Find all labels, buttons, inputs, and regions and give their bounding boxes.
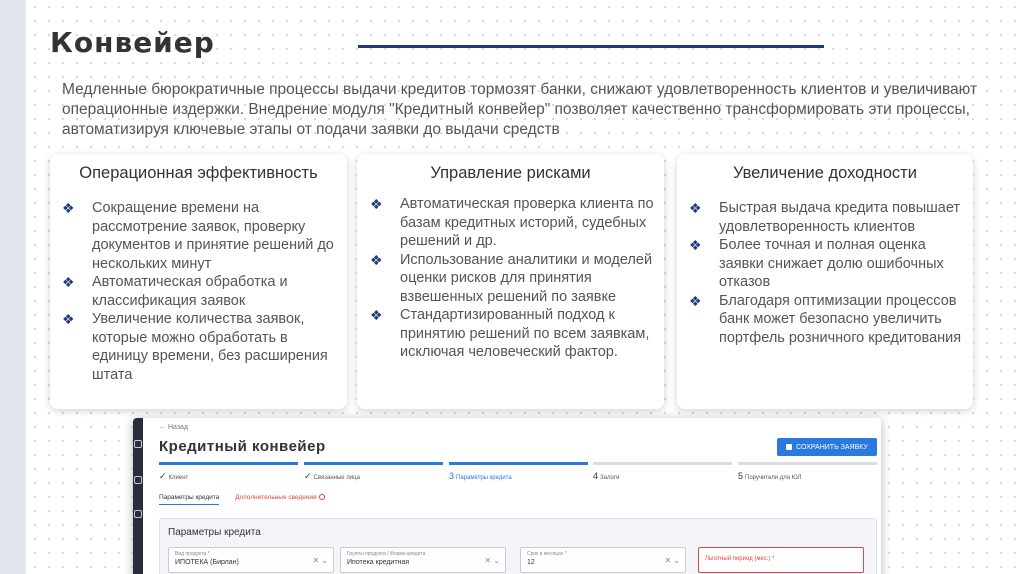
- card-list: ❖ Сокращение времени на рассмотрение заяв…: [62, 199, 339, 384]
- tab-credit-params[interactable]: Параметры кредита: [159, 494, 220, 505]
- diamond-bullet-icon: ❖: [370, 251, 383, 268]
- menu-icon[interactable]: [134, 440, 142, 448]
- list-item: ❖ Быстрая выдача кредита повышает удовлет…: [689, 200, 961, 235]
- step-client[interactable]: ✓ Клиент: [159, 462, 298, 482]
- credit-params-section: Параметры кредита Вид продукта * ИПОТЕКА…: [159, 518, 877, 574]
- grace-period-input[interactable]: Льготный период (мес.) *: [698, 547, 864, 573]
- step-guarantors[interactable]: 5 Поручители для ЮЛ: [738, 462, 877, 481]
- card-list: ❖ Автоматическая проверка клиента по база…: [370, 195, 654, 362]
- app-sidebar: [133, 418, 143, 574]
- list-item: ❖ Автоматическая проверка клиента по база…: [370, 196, 654, 249]
- warning-icon: [318, 494, 325, 501]
- clear-chevron-icon[interactable]: ✕ ⌄: [484, 556, 500, 565]
- list-item: ❖ Автоматическая обработка и классификаци…: [62, 274, 288, 309]
- diamond-bullet-icon: ❖: [62, 200, 75, 216]
- clear-chevron-icon[interactable]: ✕ ⌄: [664, 556, 680, 565]
- section-title: Параметры кредита: [168, 527, 261, 538]
- tabs: Параметры кредита Дополнительные сведени…: [159, 494, 339, 505]
- back-link[interactable]: ← Назад: [159, 424, 188, 431]
- check-icon: ✓: [159, 471, 167, 481]
- diamond-bullet-icon: ❖: [370, 307, 383, 323]
- clear-chevron-icon[interactable]: ✕ ⌄: [312, 556, 328, 565]
- card-operational-efficiency: Операционная эффективность ❖ Сокращение в…: [50, 154, 347, 409]
- stepper: ✓ Клиент ✓ Связанные лица 3 Параметры креди…: [159, 462, 877, 484]
- settings-icon[interactable]: [134, 510, 142, 518]
- step-related-persons[interactable]: ✓ Связанные лица: [304, 462, 443, 482]
- list-item: ❖ Благодаря оптимизации процессов банк мо…: [689, 292, 962, 346]
- term-months-select[interactable]: Срок в месяцах * 12 ✕ ⌄: [520, 547, 686, 573]
- check-icon: ✓: [304, 471, 312, 481]
- title-underline: [358, 45, 824, 48]
- diamond-bullet-icon: ❖: [689, 237, 702, 253]
- product-group-select[interactable]: Группы продукта / Форма кредита Ипотека …: [340, 547, 506, 573]
- diamond-bullet-icon: ❖: [62, 274, 75, 290]
- list-item: ❖ Использование аналитики и моделей оценк…: [370, 251, 653, 305]
- diamond-bullet-icon: ❖: [370, 196, 383, 212]
- list-item: ❖ Стандартизированный подход к принятию р…: [370, 307, 650, 360]
- list-item: ❖ Сокращение времени на рассмотрение заяв…: [62, 200, 334, 272]
- app-title: Кредитный конвейер: [159, 438, 326, 455]
- step-collateral[interactable]: 4 Залоги: [593, 462, 732, 481]
- app-screenshot: ← Назад Кредитный конвейер СОХРАНИТЬ ЗАЯ…: [133, 418, 881, 574]
- save-application-button[interactable]: СОХРАНИТЬ ЗАЯВКУ: [777, 438, 877, 456]
- list-item: ❖ Более точная и полная оценка заявки сни…: [689, 237, 944, 290]
- card-list: ❖ Быстрая выдача кредита повышает удовлет…: [689, 199, 965, 347]
- diamond-bullet-icon: ❖: [62, 311, 75, 327]
- card-profitability-growth: Увеличение доходности ❖ Быстрая выдача кр…: [677, 154, 973, 409]
- save-icon: [786, 444, 793, 450]
- intro-paragraph: Медленные бюрократичные процессы выдачи …: [62, 81, 978, 138]
- card-title: Управление рисками: [430, 164, 591, 182]
- left-stripe: [0, 0, 26, 574]
- product-type-select[interactable]: Вид продукта * ИПОТЕКА (Бирлан) ✕ ⌄: [168, 547, 334, 573]
- document-icon[interactable]: [134, 476, 142, 484]
- diamond-bullet-icon: ❖: [689, 292, 702, 309]
- list-item: ❖ Увеличение количества заявок, которые м…: [62, 311, 328, 383]
- diamond-bullet-icon: ❖: [689, 200, 702, 216]
- step-credit-params[interactable]: 3 Параметры кредита: [449, 462, 588, 481]
- card-title: Увеличение доходности: [733, 164, 917, 182]
- card-risk-management: Управление рисками ❖ Автоматическая прове…: [357, 154, 664, 409]
- tab-additional-info[interactable]: Дополнительные сведения: [235, 494, 325, 504]
- card-title: Операционная эффективность: [79, 164, 318, 182]
- slide-title: Конвейер: [50, 26, 215, 59]
